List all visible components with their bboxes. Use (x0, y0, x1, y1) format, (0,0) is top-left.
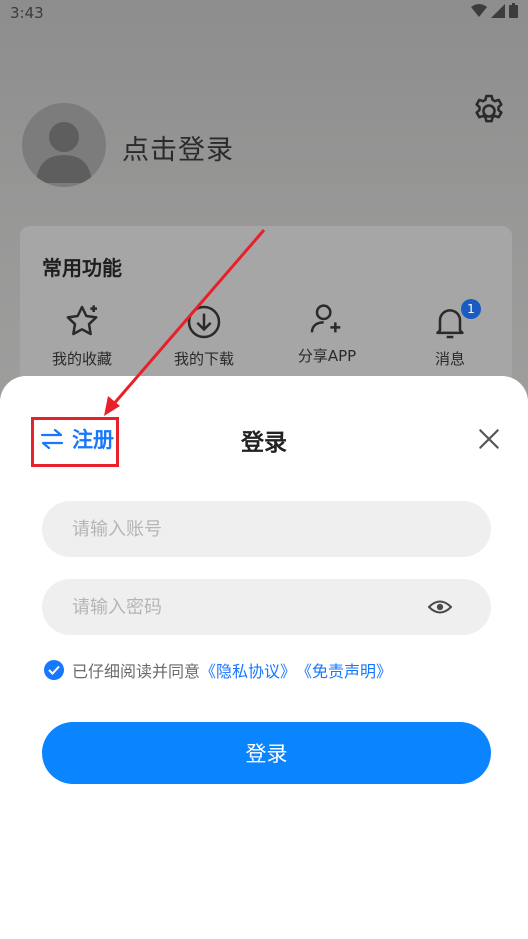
agreement-row: 已仔细阅读并同意 《隐私协议》 《免责声明》 (44, 658, 392, 682)
status-time: 3:43 (10, 4, 44, 22)
account-input[interactable] (42, 501, 491, 557)
check-icon (48, 665, 60, 675)
share-app-label: 分享APP (297, 347, 357, 365)
messages-label: 消息 (434, 350, 465, 368)
eye-icon[interactable] (428, 598, 452, 616)
favorites-label: 我的收藏 (51, 350, 112, 368)
favorites-item[interactable]: 我的收藏 (37, 302, 127, 369)
agreement-text: 已仔细阅读并同意 (72, 662, 201, 681)
downloads-item[interactable]: 我的下载 (159, 302, 249, 369)
status-icons (471, 3, 518, 18)
gear-icon[interactable] (470, 92, 508, 130)
messages-item[interactable]: 1 消息 (405, 299, 495, 369)
login-prompt[interactable]: 点击登录 (122, 128, 234, 167)
signal-icon (491, 3, 505, 18)
status-bar: 3:43 (0, 0, 528, 26)
sheet-title: 登录 (241, 430, 287, 456)
download-icon (187, 305, 221, 339)
message-count-badge: 1 (461, 299, 481, 319)
downloads-label: 我的下载 (173, 350, 234, 368)
common-functions-title: 常用功能 (42, 256, 122, 280)
star-icon (66, 305, 98, 336)
wifi-icon (471, 3, 487, 17)
close-icon[interactable] (476, 426, 502, 452)
battery-icon (509, 3, 518, 18)
user-silhouette-icon (36, 122, 92, 183)
login-button[interactable]: 登录 (42, 722, 491, 784)
add-user-icon (310, 304, 341, 333)
avatar[interactable] (22, 103, 106, 187)
privacy-link[interactable]: 《隐私协议》 (200, 658, 296, 682)
disclaimer-link[interactable]: 《免责声明》 (296, 658, 392, 682)
agreement-checkbox[interactable] (44, 660, 64, 680)
share-app-item[interactable]: 分享APP (282, 299, 372, 366)
password-input[interactable] (42, 579, 491, 635)
login-sheet: 注册 登录 已仔细阅读并同意 《隐私协议》 《免责声明》 登录 (0, 376, 528, 939)
